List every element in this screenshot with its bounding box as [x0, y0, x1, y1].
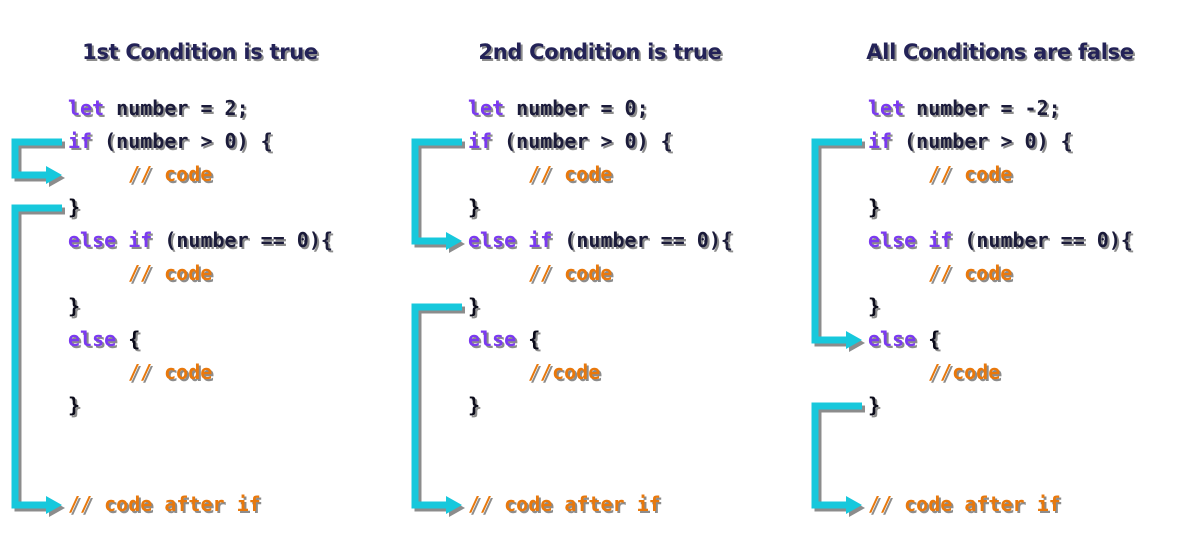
- code-token: // code: [128, 162, 213, 186]
- code-token: }: [468, 294, 481, 318]
- code-token: {: [116, 327, 141, 351]
- code-token: // code: [128, 261, 213, 285]
- code-line: }: [468, 294, 480, 318]
- code-line: // code: [128, 162, 212, 186]
- code-line: }: [868, 294, 880, 318]
- code-token: }: [868, 294, 881, 318]
- code-block: let number = -2; if (number > 0) { // code…: [800, 0, 1200, 538]
- code-line: // code: [528, 261, 612, 285]
- code-token: //code: [528, 360, 601, 384]
- code-token: }: [68, 393, 81, 417]
- code-line: else {: [868, 327, 940, 351]
- code-token: else: [68, 327, 117, 351]
- code-token: // code: [128, 360, 213, 384]
- code-token: if: [868, 129, 893, 153]
- code-line: else if (number == 0){: [68, 228, 333, 252]
- code-line: // code: [528, 162, 612, 186]
- code-token: if: [68, 129, 93, 153]
- code-token: number = -2;: [904, 96, 1061, 120]
- code-line: let number = 0;: [468, 96, 649, 120]
- code-line: }: [68, 393, 80, 417]
- code-token: (number == 0){: [152, 228, 333, 252]
- code-line: // code: [128, 360, 212, 384]
- code-token: else if: [468, 228, 553, 252]
- code-token: number = 0;: [504, 96, 649, 120]
- code-line: let number = 2;: [68, 96, 249, 120]
- code-token: //code: [928, 360, 1001, 384]
- code-line: }: [868, 195, 880, 219]
- code-column-2: 2nd Condition is true let number = 0; if (…: [400, 0, 800, 538]
- code-line: else {: [68, 327, 140, 351]
- code-token: {: [916, 327, 941, 351]
- code-token: // code: [528, 162, 613, 186]
- code-column-3: All Conditions are false let number = -2;…: [800, 0, 1200, 538]
- code-line: // code: [928, 162, 1012, 186]
- code-line: if (number > 0) {: [468, 129, 673, 153]
- code-column-1: 1st Condition is true let number = 2; if (…: [0, 0, 400, 538]
- code-token: // code after if: [68, 492, 261, 516]
- code-line: //code: [528, 360, 600, 384]
- code-line: if (number > 0) {: [68, 129, 273, 153]
- code-line: else {: [468, 327, 540, 351]
- flowchart-canvas: 1st Condition is true let number = 2; if (…: [0, 0, 1200, 538]
- code-token: }: [68, 294, 81, 318]
- code-line: let number = -2;: [868, 96, 1061, 120]
- code-block: let number = 2; if (number > 0) { // code}…: [0, 0, 400, 538]
- code-line: }: [468, 393, 480, 417]
- code-token: // code: [928, 261, 1013, 285]
- code-line: // code after if: [868, 492, 1061, 516]
- code-token: let: [68, 96, 105, 120]
- code-token: (number == 0){: [952, 228, 1133, 252]
- code-line: // code: [928, 261, 1012, 285]
- code-token: // code after if: [868, 492, 1061, 516]
- code-line: // code after if: [468, 492, 661, 516]
- code-token: }: [468, 195, 481, 219]
- code-token: number = 2;: [104, 96, 249, 120]
- code-token: else: [868, 327, 917, 351]
- code-line: // code after if: [68, 492, 261, 516]
- code-line: // code: [128, 261, 212, 285]
- code-line: if (number > 0) {: [868, 129, 1073, 153]
- code-line: }: [68, 294, 80, 318]
- code-line: }: [468, 195, 480, 219]
- code-token: (number > 0) {: [92, 129, 273, 153]
- code-token: (number == 0){: [552, 228, 733, 252]
- code-token: }: [468, 393, 481, 417]
- code-token: else: [468, 327, 517, 351]
- code-token: // code: [928, 162, 1013, 186]
- code-token: }: [68, 195, 81, 219]
- code-line: //code: [928, 360, 1000, 384]
- code-token: let: [868, 96, 905, 120]
- code-token: // code: [528, 261, 613, 285]
- code-token: if: [468, 129, 493, 153]
- code-token: {: [516, 327, 541, 351]
- code-token: else if: [68, 228, 153, 252]
- code-token: (number > 0) {: [892, 129, 1073, 153]
- code-line: }: [68, 195, 80, 219]
- code-line: else if (number == 0){: [868, 228, 1133, 252]
- code-token: // code after if: [468, 492, 661, 516]
- code-token: (number > 0) {: [492, 129, 673, 153]
- code-token: else if: [868, 228, 953, 252]
- code-line: else if (number == 0){: [468, 228, 733, 252]
- code-token: }: [868, 195, 881, 219]
- code-block: let number = 0; if (number > 0) { // code}…: [400, 0, 800, 538]
- code-token: let: [468, 96, 505, 120]
- code-line: }: [868, 393, 880, 417]
- code-token: }: [868, 393, 881, 417]
